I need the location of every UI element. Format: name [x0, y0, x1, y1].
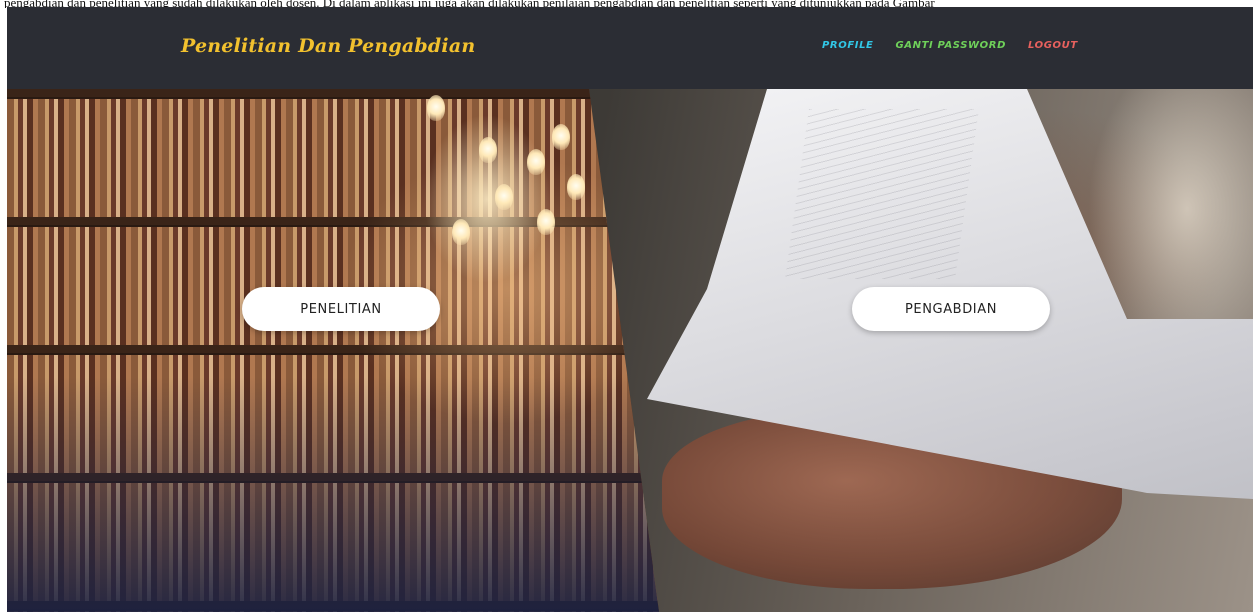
- light-bulb: [567, 174, 585, 200]
- navbar: Penelitian Dan Pengabdian PROFILE GANTI …: [7, 7, 1253, 89]
- light-bulb: [427, 95, 445, 121]
- app-frame: Penelitian Dan Pengabdian PROFILE GANTI …: [7, 7, 1253, 612]
- book-text-lines: [785, 109, 979, 279]
- nav-links: PROFILE GANTI PASSWORD LOGOUT: [822, 40, 1078, 51]
- light-bulb: [495, 184, 513, 210]
- nav-link-logout[interactable]: LOGOUT: [1028, 40, 1078, 51]
- light-bulb: [552, 124, 570, 150]
- pengabdian-button[interactable]: PENGABDIAN: [852, 287, 1050, 331]
- nav-link-ganti-password[interactable]: GANTI PASSWORD: [896, 40, 1006, 51]
- light-bulb: [452, 219, 470, 245]
- light-bulb: [527, 149, 545, 175]
- nav-link-profile[interactable]: PROFILE: [822, 40, 874, 51]
- light-bulb: [479, 137, 497, 163]
- hero-section: PENELITIAN PENGABDIAN: [7, 89, 1253, 612]
- penelitian-button[interactable]: PENELITIAN: [242, 287, 440, 331]
- brand-title[interactable]: Penelitian Dan Pengabdian: [181, 35, 475, 57]
- light-bulb: [537, 209, 555, 235]
